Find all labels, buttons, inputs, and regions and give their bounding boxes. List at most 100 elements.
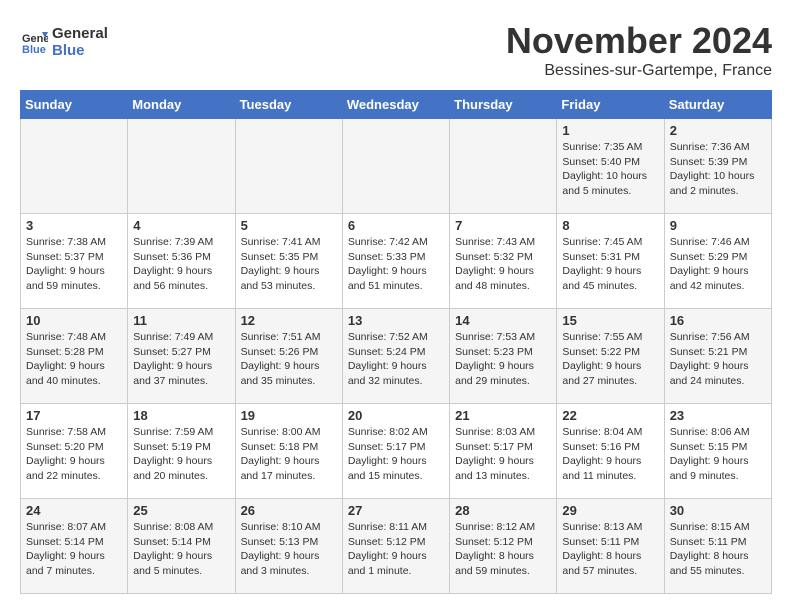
day-content: Sunrise: 7:59 AM Sunset: 5:19 PM Dayligh… xyxy=(133,425,229,484)
calendar-cell: 27 Sunrise: 8:11 AM Sunset: 5:12 PM Dayli… xyxy=(342,499,449,594)
calendar-cell: 14 Sunrise: 7:53 AM Sunset: 5:23 PM Dayli… xyxy=(450,309,557,404)
svg-text:Blue: Blue xyxy=(22,44,46,56)
day-content: Sunrise: 7:56 AM Sunset: 5:21 PM Dayligh… xyxy=(670,330,766,389)
calendar-cell: 3 Sunrise: 7:38 AM Sunset: 5:37 PM Daylig… xyxy=(21,214,128,309)
calendar-cell: 6 Sunrise: 7:42 AM Sunset: 5:33 PM Daylig… xyxy=(342,214,449,309)
calendar-cell: 11 Sunrise: 7:49 AM Sunset: 5:27 PM Dayli… xyxy=(128,309,235,404)
header-day-thursday: Thursday xyxy=(450,91,557,119)
day-content: Sunrise: 8:08 AM Sunset: 5:14 PM Dayligh… xyxy=(133,520,229,579)
calendar-week-3: 10 Sunrise: 7:48 AM Sunset: 5:28 PM Dayli… xyxy=(21,309,772,404)
day-number: 10 xyxy=(26,313,122,328)
header-day-monday: Monday xyxy=(128,91,235,119)
day-number: 16 xyxy=(670,313,766,328)
day-number: 21 xyxy=(455,408,551,423)
calendar-header-row: SundayMondayTuesdayWednesdayThursdayFrid… xyxy=(21,91,772,119)
day-number: 29 xyxy=(562,503,658,518)
calendar-cell xyxy=(21,119,128,214)
day-number: 30 xyxy=(670,503,766,518)
header-day-sunday: Sunday xyxy=(21,91,128,119)
calendar-cell xyxy=(342,119,449,214)
day-number: 20 xyxy=(348,408,444,423)
day-content: Sunrise: 8:15 AM Sunset: 5:11 PM Dayligh… xyxy=(670,520,766,579)
calendar-week-5: 24Sunrise: 8:07 AM Sunset: 5:14 PM Dayli… xyxy=(21,499,772,594)
day-content: Sunrise: 7:55 AM Sunset: 5:22 PM Dayligh… xyxy=(562,330,658,389)
day-content: Sunrise: 7:51 AM Sunset: 5:26 PM Dayligh… xyxy=(241,330,337,389)
day-number: 25 xyxy=(133,503,229,518)
day-number: 11 xyxy=(133,313,229,328)
calendar-cell: 18 Sunrise: 7:59 AM Sunset: 5:19 PM Dayli… xyxy=(128,404,235,499)
day-content: Sunrise: 8:00 AM Sunset: 5:18 PM Dayligh… xyxy=(241,425,337,484)
header-day-wednesday: Wednesday xyxy=(342,91,449,119)
day-content: Sunrise: 7:53 AM Sunset: 5:23 PM Dayligh… xyxy=(455,330,551,389)
day-number: 6 xyxy=(348,218,444,233)
calendar-cell: 19 Sunrise: 8:00 AM Sunset: 5:18 PM Dayli… xyxy=(235,404,342,499)
calendar-cell: 30 Sunrise: 8:15 AM Sunset: 5:11 PM Dayli… xyxy=(664,499,771,594)
day-number: 27 xyxy=(348,503,444,518)
calendar-cell: 20 Sunrise: 8:02 AM Sunset: 5:17 PM Dayli… xyxy=(342,404,449,499)
calendar-cell: 4Sunrise: 7:39 AM Sunset: 5:36 PM Daylig… xyxy=(128,214,235,309)
day-number: 7 xyxy=(455,218,551,233)
day-content: Sunrise: 7:52 AM Sunset: 5:24 PM Dayligh… xyxy=(348,330,444,389)
calendar-cell: 26Sunrise: 8:10 AM Sunset: 5:13 PM Dayli… xyxy=(235,499,342,594)
day-number: 2 xyxy=(670,123,766,138)
day-content: Sunrise: 7:45 AM Sunset: 5:31 PM Dayligh… xyxy=(562,235,658,294)
day-content: Sunrise: 7:41 AM Sunset: 5:35 PM Dayligh… xyxy=(241,235,337,294)
calendar-week-2: 3 Sunrise: 7:38 AM Sunset: 5:37 PM Daylig… xyxy=(21,214,772,309)
day-content: Sunrise: 8:04 AM Sunset: 5:16 PM Dayligh… xyxy=(562,425,658,484)
calendar-cell: 15 Sunrise: 7:55 AM Sunset: 5:22 PM Dayli… xyxy=(557,309,664,404)
calendar-cell: 12Sunrise: 7:51 AM Sunset: 5:26 PM Dayli… xyxy=(235,309,342,404)
day-content: Sunrise: 8:02 AM Sunset: 5:17 PM Dayligh… xyxy=(348,425,444,484)
calendar-cell: 13 Sunrise: 7:52 AM Sunset: 5:24 PM Dayli… xyxy=(342,309,449,404)
calendar-cell: 10 Sunrise: 7:48 AM Sunset: 5:28 PM Dayli… xyxy=(21,309,128,404)
calendar-title: November 2024 xyxy=(506,20,772,62)
day-content: Sunrise: 7:49 AM Sunset: 5:27 PM Dayligh… xyxy=(133,330,229,389)
day-content: Sunrise: 8:11 AM Sunset: 5:12 PM Dayligh… xyxy=(348,520,444,579)
header-day-tuesday: Tuesday xyxy=(235,91,342,119)
calendar-cell: 29Sunrise: 8:13 AM Sunset: 5:11 PM Dayli… xyxy=(557,499,664,594)
calendar-cell: 25 Sunrise: 8:08 AM Sunset: 5:14 PM Dayli… xyxy=(128,499,235,594)
calendar-cell: 22Sunrise: 8:04 AM Sunset: 5:16 PM Dayli… xyxy=(557,404,664,499)
calendar-cell: 5 Sunrise: 7:41 AM Sunset: 5:35 PM Daylig… xyxy=(235,214,342,309)
calendar-week-1: 1Sunrise: 7:35 AM Sunset: 5:40 PM Daylig… xyxy=(21,119,772,214)
day-content: Sunrise: 8:06 AM Sunset: 5:15 PM Dayligh… xyxy=(670,425,766,484)
calendar-subtitle: Bessines-sur-Gartempe, France xyxy=(506,62,772,80)
day-content: Sunrise: 7:35 AM Sunset: 5:40 PM Dayligh… xyxy=(562,140,658,199)
day-number: 15 xyxy=(562,313,658,328)
logo: General Blue General Blue xyxy=(20,25,108,60)
title-section: November 2024 Bessines-sur-Gartempe, Fra… xyxy=(506,20,772,80)
calendar-cell: 24Sunrise: 8:07 AM Sunset: 5:14 PM Dayli… xyxy=(21,499,128,594)
calendar-cell: 9Sunrise: 7:46 AM Sunset: 5:29 PM Daylig… xyxy=(664,214,771,309)
calendar-cell: 21 Sunrise: 8:03 AM Sunset: 5:17 PM Dayli… xyxy=(450,404,557,499)
page-header: General Blue General Blue November 2024 … xyxy=(20,20,772,80)
day-number: 14 xyxy=(455,313,551,328)
calendar-cell: 2 Sunrise: 7:36 AM Sunset: 5:39 PM Daylig… xyxy=(664,119,771,214)
logo-line2: Blue xyxy=(52,42,108,59)
header-day-saturday: Saturday xyxy=(664,91,771,119)
calendar-table: SundayMondayTuesdayWednesdayThursdayFrid… xyxy=(20,90,772,594)
day-number: 28 xyxy=(455,503,551,518)
day-content: Sunrise: 8:12 AM Sunset: 5:12 PM Dayligh… xyxy=(455,520,551,579)
day-number: 8 xyxy=(562,218,658,233)
day-number: 19 xyxy=(241,408,337,423)
calendar-cell: 28 Sunrise: 8:12 AM Sunset: 5:12 PM Dayli… xyxy=(450,499,557,594)
day-number: 13 xyxy=(348,313,444,328)
day-content: Sunrise: 7:38 AM Sunset: 5:37 PM Dayligh… xyxy=(26,235,122,294)
day-content: Sunrise: 8:03 AM Sunset: 5:17 PM Dayligh… xyxy=(455,425,551,484)
day-content: Sunrise: 7:36 AM Sunset: 5:39 PM Dayligh… xyxy=(670,140,766,199)
day-content: Sunrise: 7:58 AM Sunset: 5:20 PM Dayligh… xyxy=(26,425,122,484)
day-content: Sunrise: 7:48 AM Sunset: 5:28 PM Dayligh… xyxy=(26,330,122,389)
day-number: 18 xyxy=(133,408,229,423)
day-content: Sunrise: 7:42 AM Sunset: 5:33 PM Dayligh… xyxy=(348,235,444,294)
calendar-cell: 17Sunrise: 7:58 AM Sunset: 5:20 PM Dayli… xyxy=(21,404,128,499)
day-number: 9 xyxy=(670,218,766,233)
day-number: 3 xyxy=(26,218,122,233)
day-number: 5 xyxy=(241,218,337,233)
header-day-friday: Friday xyxy=(557,91,664,119)
day-content: Sunrise: 8:10 AM Sunset: 5:13 PM Dayligh… xyxy=(241,520,337,579)
calendar-cell xyxy=(128,119,235,214)
logo-line1: General xyxy=(52,25,108,42)
calendar-cell: 23Sunrise: 8:06 AM Sunset: 5:15 PM Dayli… xyxy=(664,404,771,499)
calendar-week-4: 17Sunrise: 7:58 AM Sunset: 5:20 PM Dayli… xyxy=(21,404,772,499)
day-content: Sunrise: 8:07 AM Sunset: 5:14 PM Dayligh… xyxy=(26,520,122,579)
day-content: Sunrise: 7:39 AM Sunset: 5:36 PM Dayligh… xyxy=(133,235,229,294)
